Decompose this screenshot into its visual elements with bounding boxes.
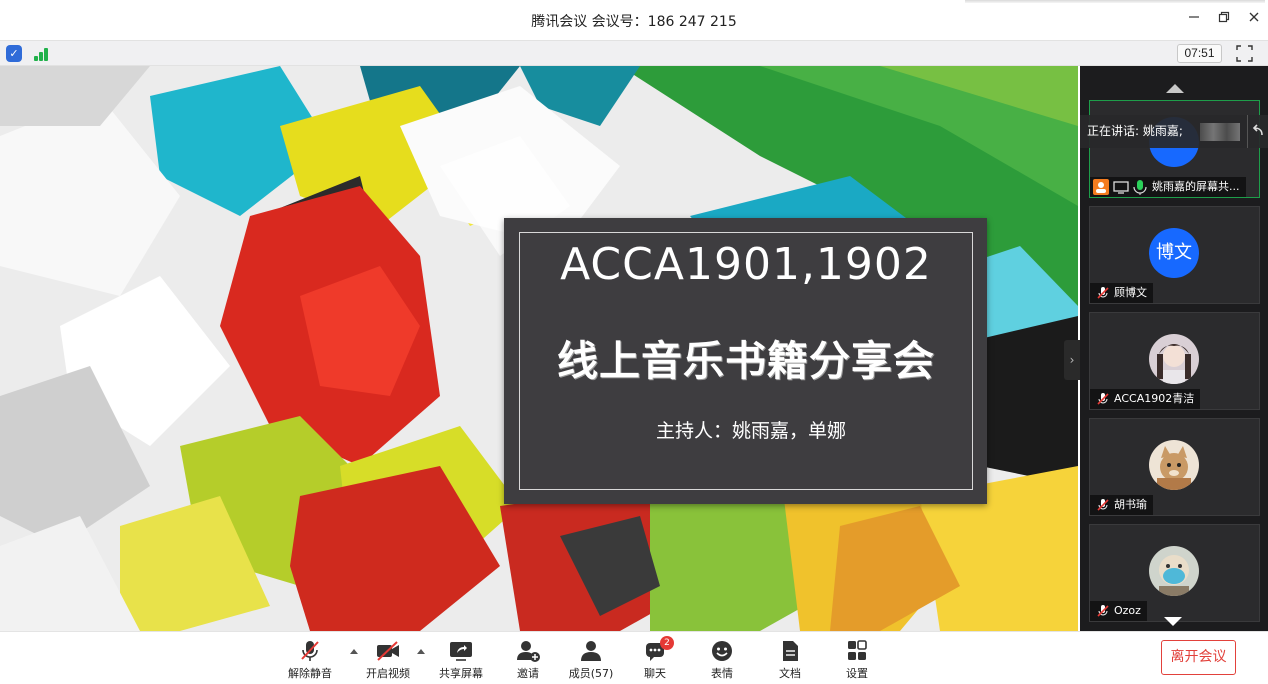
meeting-timer: 07:51: [1177, 44, 1222, 63]
document-icon: [783, 641, 798, 661]
avatar: [1149, 440, 1199, 490]
grid-settings-icon: [848, 640, 867, 660]
return-arrow-icon[interactable]: [1247, 115, 1267, 148]
slide-title-line2: 线上音乐书籍分享会: [557, 337, 935, 385]
collapse-sidebar-button[interactable]: ›: [1064, 340, 1080, 380]
slide-frame: ACCA1901,1902 线上音乐书籍分享会 主持人：姚雨嘉，单娜: [519, 232, 973, 490]
unmute-button[interactable]: 解除静音: [280, 640, 340, 684]
window-titlebar: 腾讯会议 会议号：186 247 215: [0, 0, 1268, 40]
slide-host-line: 主持人：姚雨嘉，单娜: [655, 420, 846, 442]
avatar: 博文: [1149, 228, 1199, 278]
signal-strength-icon[interactable]: [34, 47, 52, 61]
video-options-caret[interactable]: [417, 649, 425, 654]
participant-sidebar: 姚雨嘉的屏幕共... 正在讲话: 姚雨嘉; 博文 顾博文 ACCA1902青洁 …: [1080, 66, 1268, 631]
participant-name: 胡书瑜: [1114, 498, 1147, 511]
slide-card: ACCA1901,1902 线上音乐书籍分享会 主持人：姚雨嘉，单娜: [504, 218, 987, 504]
mic-muted-icon: [1097, 287, 1109, 299]
unmute-label: 解除静音: [288, 667, 332, 680]
speaking-name-blur: [1200, 123, 1240, 141]
mic-muted-icon: [1097, 393, 1109, 405]
titlebar-shadow: [965, 0, 1265, 3]
close-icon[interactable]: [1244, 10, 1264, 30]
settings-button[interactable]: 设置: [827, 640, 887, 684]
participant-tile-5[interactable]: Ozoz: [1089, 524, 1260, 622]
share-screen-button[interactable]: 共享屏幕: [431, 640, 491, 684]
meeting-info-bar: ✓ 07:51: [0, 40, 1268, 66]
minimize-icon[interactable]: [1184, 10, 1204, 30]
shared-screen: ACCA1901,1902 线上音乐书籍分享会 主持人：姚雨嘉，单娜: [0, 66, 1078, 631]
audio-options-caret[interactable]: [350, 649, 358, 654]
avatar: [1149, 546, 1199, 596]
share-screen-icon: [450, 642, 472, 661]
slide-title-line1: ACCA1901,1902: [560, 239, 932, 290]
participant-name: 姚雨嘉的屏幕共...: [1152, 180, 1240, 193]
documents-label: 文档: [779, 667, 801, 680]
restore-icon[interactable]: [1214, 10, 1234, 30]
speaking-indicator: 正在讲话: 姚雨嘉;: [1080, 115, 1268, 148]
start-video-label: 开启视频: [366, 667, 410, 680]
chat-button[interactable]: 2 聊天: [625, 636, 685, 684]
participant-name: ACCA1902青洁: [1114, 392, 1195, 405]
members-label: 成员(57): [568, 667, 614, 680]
speaking-label: 正在讲话: 姚雨嘉;: [1087, 124, 1183, 138]
chat-label: 聊天: [644, 667, 666, 680]
share-screen-label: 共享屏幕: [439, 667, 483, 680]
add-user-icon: [517, 641, 540, 662]
participant-name: Ozoz: [1114, 604, 1141, 617]
window-title: 腾讯会议 会议号：186 247 215: [531, 14, 737, 30]
chat-unread-badge: 2: [660, 636, 674, 650]
fullscreen-icon[interactable]: [1236, 45, 1253, 62]
reactions-button[interactable]: 表情: [692, 640, 752, 684]
reactions-label: 表情: [711, 667, 733, 680]
settings-label: 设置: [846, 667, 868, 680]
documents-button[interactable]: 文档: [760, 640, 820, 684]
invite-button[interactable]: 邀请: [498, 640, 558, 684]
participant-name: 顾博文: [1114, 286, 1147, 299]
members-button[interactable]: 成员(57): [561, 640, 621, 684]
camera-off-icon: [377, 641, 399, 661]
shield-icon[interactable]: ✓: [6, 45, 22, 62]
share-status-icons: [1092, 178, 1152, 196]
mic-muted-icon: [301, 641, 319, 661]
participant-tile-3[interactable]: ACCA1902青洁: [1089, 312, 1260, 410]
invite-label: 邀请: [517, 667, 539, 680]
meeting-toolbar: 解除静音 开启视频 共享屏幕 邀请 成员(57) 2 聊天 表情 文档 设置 离…: [0, 631, 1268, 682]
mic-muted-icon: [1097, 499, 1109, 511]
members-icon: [581, 641, 601, 661]
scroll-up-icon[interactable]: [1166, 84, 1184, 93]
mic-muted-icon: [1097, 605, 1109, 617]
avatar: [1149, 334, 1199, 384]
leave-meeting-button[interactable]: 离开会议: [1161, 640, 1236, 675]
emoji-icon: [712, 641, 732, 661]
scroll-down-icon[interactable]: [1164, 617, 1182, 626]
participant-tile-2[interactable]: 博文 顾博文: [1089, 206, 1260, 304]
start-video-button[interactable]: 开启视频: [358, 640, 418, 684]
participant-tile-4[interactable]: 胡书瑜: [1089, 418, 1260, 516]
